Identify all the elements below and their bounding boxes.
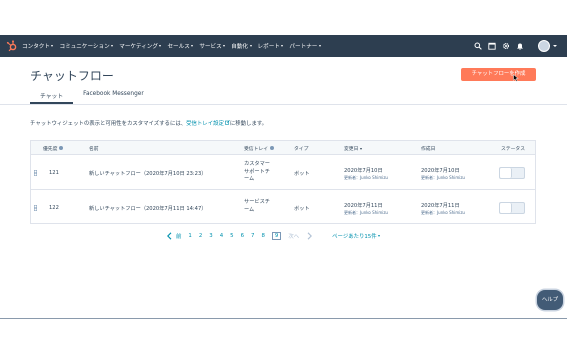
- page-link[interactable]: 5: [230, 233, 233, 239]
- chatflow-table: 優先度 名前 受信トレイ タイプ 変更日 作成日 ステータス 121 新しいチャ…: [30, 140, 536, 224]
- nav-item-partner[interactable]: パートナー: [289, 42, 321, 50]
- priority-value: 122: [49, 205, 59, 211]
- chevron-down-icon: [249, 45, 252, 47]
- column-header-inbox[interactable]: 受信トレイ: [244, 145, 274, 152]
- tab-divider: [0, 104, 567, 105]
- modified-date: 2020年7月11日: [344, 203, 383, 209]
- nav-item-marketing[interactable]: マーケティング: [119, 42, 162, 50]
- main-nav: コンタクト コミュニケーション マーケティング セールス サービス 自動化 レポ…: [22, 35, 327, 57]
- page-link[interactable]: 7: [251, 233, 254, 239]
- nav-item-service[interactable]: サービス: [199, 42, 226, 50]
- chevron-down-icon: [281, 45, 284, 47]
- column-header-modified[interactable]: 変更日: [344, 145, 362, 152]
- column-header-priority[interactable]: 優先度: [43, 145, 63, 152]
- create-chatflow-button[interactable]: チャットフローを作成: [461, 68, 536, 81]
- help-button[interactable]: ヘルプ: [537, 290, 563, 310]
- chevron-right-icon[interactable]: [306, 232, 313, 240]
- inbox-value: サービスチ ーム: [244, 199, 270, 213]
- status-toggle[interactable]: [499, 202, 525, 214]
- chevron-down-icon: [191, 45, 194, 47]
- nav-item-sales[interactable]: セールス: [167, 42, 194, 50]
- avatar[interactable]: [538, 40, 550, 52]
- prev-page-link[interactable]: 前: [176, 232, 181, 240]
- toggle-knob: [500, 168, 512, 178]
- page-link[interactable]: 1: [188, 233, 191, 239]
- tab-bar: チャット Facebook Messenger: [30, 88, 154, 104]
- bottom-divider: [0, 318, 567, 319]
- sort-icon: [359, 147, 362, 150]
- tab-chat[interactable]: チャット: [30, 88, 74, 104]
- page-link[interactable]: 3: [209, 233, 212, 239]
- table-header: 優先度 名前 受信トレイ タイプ 変更日 作成日 ステータス: [31, 141, 535, 155]
- page-link[interactable]: 6: [241, 233, 244, 239]
- marketplace-icon[interactable]: [487, 42, 496, 51]
- info-icon: [269, 146, 274, 150]
- table-row[interactable]: 121 新しいチャットフロー（2020年7月10日 23:23） カスタマー サ…: [31, 156, 535, 190]
- nav-item-contacts[interactable]: コンタクト: [22, 42, 54, 50]
- type-value: ボット: [294, 206, 310, 212]
- per-page-dropdown[interactable]: ページあたり15件: [332, 232, 381, 240]
- modified-date: 2020年7月10日: [344, 168, 383, 174]
- hubspot-logo-icon[interactable]: [6, 40, 18, 52]
- created-by: 更新者：Junko Shimizu: [421, 175, 465, 180]
- page-link[interactable]: 2: [199, 233, 202, 239]
- priority-value: 121: [49, 170, 59, 176]
- chevron-down-icon: [378, 235, 381, 237]
- search-icon[interactable]: [473, 42, 482, 51]
- drag-handle-icon[interactable]: [34, 170, 37, 176]
- notifications-icon[interactable]: [515, 42, 524, 51]
- chatflow-name-link[interactable]: 新しいチャットフロー（2020年7月11日 14:47）: [89, 205, 206, 212]
- inbox-settings-link[interactable]: 受信トレイ設定: [186, 120, 230, 127]
- drag-handle-icon[interactable]: [34, 205, 37, 211]
- info-icon: [58, 146, 63, 150]
- page-title: チャットフロー: [30, 69, 114, 83]
- created-by: 更新者：Junko Shimizu: [421, 210, 465, 215]
- top-right-tools: [468, 35, 557, 57]
- type-value: ボット: [294, 171, 310, 177]
- top-navigation-bar: コンタクト コミュニケーション マーケティング セールス サービス 自動化 レポ…: [0, 35, 567, 57]
- page-link[interactable]: 4: [220, 233, 223, 239]
- created-date: 2020年7月11日: [421, 203, 460, 209]
- nav-item-automation[interactable]: 自動化: [231, 42, 252, 50]
- current-page[interactable]: 9: [271, 232, 282, 240]
- created-date: 2020年7月10日: [421, 168, 460, 174]
- modified-by: 更新者：Junko Shimizu: [344, 210, 388, 215]
- chevron-down-icon[interactable]: [553, 45, 557, 47]
- chevron-down-icon: [159, 45, 162, 47]
- inbox-value: カスタマー サポートチ ーム: [244, 161, 270, 182]
- nav-item-conversations[interactable]: コミュニケーション: [59, 42, 114, 50]
- chevron-left-icon[interactable]: [166, 232, 173, 240]
- modified-by: 更新者：Junko Shimizu: [344, 175, 388, 180]
- column-header-created[interactable]: 作成日: [421, 145, 435, 152]
- column-header-status[interactable]: ステータス: [501, 145, 525, 152]
- mouse-cursor-icon: [513, 74, 519, 82]
- page-link[interactable]: 8: [261, 233, 264, 239]
- nav-item-reports[interactable]: レポート: [258, 42, 284, 50]
- column-header-type[interactable]: タイプ: [294, 145, 308, 152]
- next-page-link[interactable]: 次へ: [288, 232, 299, 240]
- chevron-down-icon: [111, 45, 114, 47]
- chevron-down-icon: [223, 45, 226, 47]
- settings-icon[interactable]: [501, 42, 510, 51]
- toggle-knob: [500, 203, 512, 213]
- description-text: チャットウィジェットの表示と可用性をカスタマイズするには、受信トレイ設定 に移動し…: [30, 120, 268, 127]
- pagination: 前 1 2 3 4 5 6 7 8 9 次へ ページあたり15件: [166, 231, 381, 241]
- chevron-down-icon: [51, 45, 54, 47]
- chatflow-name-link[interactable]: 新しいチャットフロー（2020年7月10日 23:23）: [89, 170, 206, 177]
- chevron-down-icon: [318, 45, 321, 47]
- table-row[interactable]: 122 新しいチャットフロー（2020年7月11日 14:47） サービスチ ー…: [31, 191, 535, 225]
- status-toggle[interactable]: [499, 167, 525, 179]
- tab-facebook-messenger[interactable]: Facebook Messenger: [73, 88, 154, 104]
- column-header-name[interactable]: 名前: [89, 145, 99, 152]
